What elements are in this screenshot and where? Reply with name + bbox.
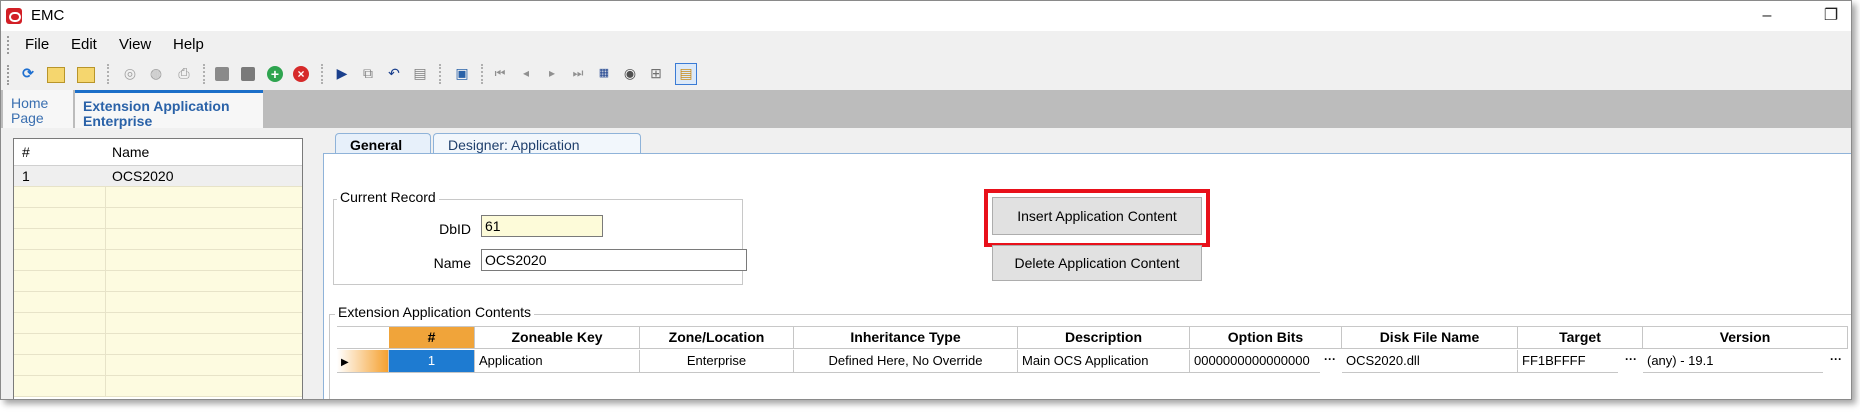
toolbar-grip[interactable] [7, 65, 12, 85]
cell-zoneable-key[interactable]: Application [475, 350, 640, 373]
emc-window: EMC – ❐ File Edit View Help ⟳ ◎ ◍ ⎙ + × … [0, 0, 1852, 400]
cell-inheritance-type[interactable]: Defined Here, No Override [794, 350, 1018, 373]
toolbar-separator [439, 64, 442, 84]
menu-grip[interactable] [7, 36, 12, 54]
column-header-description[interactable]: Description [1018, 327, 1190, 349]
column-header-inheritance-type[interactable]: Inheritance Type [794, 327, 1018, 349]
tab-designer-application[interactable]: Designer: Application [433, 133, 641, 155]
list-item-empty [14, 334, 302, 355]
add-record-icon[interactable]: + [267, 66, 283, 82]
list-item-empty [14, 187, 302, 208]
record-list-header: # Name [14, 139, 302, 166]
list-item-empty [14, 229, 302, 250]
name-label: Name [433, 255, 471, 271]
print-icon[interactable]: ⎙ [175, 64, 193, 82]
window-icon[interactable]: ▣ [453, 64, 471, 82]
column-header-version[interactable]: Version [1643, 327, 1848, 349]
cell-description[interactable]: Main OCS Application [1018, 350, 1190, 373]
menu-file[interactable]: File [25, 36, 49, 53]
calendar-icon[interactable]: ▦ [595, 64, 613, 82]
toolbar: ⟳ ◎ ◍ ⎙ + × ▶ ⧉ ↶ ▤ ▣ ⏮ ◂ ▸ ⏭ ▦ ◉ ⊞ ▤ [1, 59, 1851, 89]
tab-general[interactable]: General [335, 133, 431, 155]
restore-icon[interactable]: ❐ [1811, 3, 1851, 29]
menu-help[interactable]: Help [173, 36, 204, 53]
menu-view[interactable]: View [119, 36, 151, 53]
copy-icon[interactable]: ⧉ [359, 64, 377, 82]
grid-icon[interactable]: ▤ [675, 63, 697, 85]
column-header-name[interactable]: Name [112, 144, 149, 160]
paste-icon[interactable]: ▤ [411, 64, 429, 82]
new-folder-icon[interactable] [47, 67, 65, 83]
binoculars-icon[interactable]: ◉ [621, 64, 639, 82]
list-item-empty [14, 292, 302, 313]
list-item-number: 1 [22, 168, 30, 184]
cell-zone-location[interactable]: Enterprise [640, 350, 794, 373]
comment-icon[interactable]: ◍ [147, 64, 165, 82]
dbid-label: DbID [439, 221, 471, 237]
list-item-empty [14, 250, 302, 271]
import-icon[interactable]: ⊞ [647, 64, 665, 82]
toolbar-separator [107, 64, 110, 84]
doc-tab-home[interactable]: Home Page [3, 90, 73, 128]
dbid-field[interactable]: 61 [481, 215, 603, 237]
first-record-icon[interactable]: ⏮ [491, 64, 509, 82]
column-header-number[interactable]: # [22, 144, 30, 160]
cell-number[interactable]: 1 [389, 350, 475, 373]
column-header-zone-location[interactable]: Zone/Location [640, 327, 794, 349]
row-header-corner [337, 327, 389, 349]
prev-record-icon[interactable]: ◂ [517, 64, 535, 82]
undo-icon[interactable]: ↶ [385, 64, 403, 82]
insert-application-content-button[interactable]: Insert Application Content [992, 197, 1202, 235]
list-item[interactable]: 1 OCS2020 [14, 166, 302, 187]
target-ellipsis-icon[interactable]: ··· [1620, 350, 1642, 372]
menu-bar: File Edit View Help [1, 32, 1851, 58]
window-title: EMC [31, 7, 65, 24]
last-record-icon[interactable]: ⏭ [569, 64, 587, 82]
column-header-disk-file-name[interactable]: Disk File Name [1342, 327, 1518, 349]
column-header-zoneable-key[interactable]: Zoneable Key [475, 327, 640, 349]
next-record-icon[interactable]: ▸ [543, 64, 561, 82]
list-item-empty [14, 313, 302, 334]
cell-option-bits[interactable]: 0000000000000000 [1190, 350, 1320, 373]
cell-target[interactable]: FF1BFFFF [1518, 350, 1618, 373]
row-indicator[interactable]: ▶ [337, 350, 389, 373]
oracle-logo-icon [6, 8, 22, 24]
list-item-empty [14, 271, 302, 292]
save-all-icon[interactable] [241, 67, 255, 81]
delete-application-content-button[interactable]: Delete Application Content [992, 245, 1202, 281]
current-record-label: Current Record [337, 189, 439, 205]
cell-version[interactable]: (any) - 19.1 [1643, 350, 1823, 373]
list-item-empty [14, 355, 302, 376]
row-pointer-icon: ▶ [341, 357, 349, 368]
option-bits-ellipsis-icon[interactable]: ··· [1319, 350, 1341, 372]
open-folder-icon[interactable] [77, 67, 95, 83]
current-record-group [333, 199, 743, 285]
column-header-target[interactable]: Target [1518, 327, 1643, 349]
column-header-number[interactable]: # [389, 327, 475, 349]
extension-contents-label: Extension Application Contents [335, 304, 535, 320]
record-list: # Name 1 OCS2020 [13, 138, 303, 399]
contents-grid: # Zoneable Key Zone/Location Inheritance… [337, 326, 1848, 382]
toolbar-separator [203, 64, 206, 84]
cell-disk-file-name[interactable]: OCS2020.dll [1342, 350, 1518, 373]
save-icon[interactable] [215, 67, 229, 81]
toolbar-separator [321, 64, 324, 84]
list-item-name: OCS2020 [112, 168, 174, 184]
name-field[interactable]: OCS2020 [481, 249, 747, 271]
column-header-option-bits[interactable]: Option Bits [1190, 327, 1342, 349]
document-tab-bar: Home Page Extension Application Enterpri… [1, 90, 1851, 129]
delete-record-icon[interactable]: × [293, 66, 309, 82]
list-item-empty [14, 376, 302, 397]
title-bar: EMC – ❐ [1, 1, 1851, 31]
play-icon[interactable]: ▶ [333, 64, 351, 82]
menu-edit[interactable]: Edit [71, 36, 97, 53]
minimize-icon[interactable]: – [1747, 3, 1787, 29]
doc-tab-extension-application[interactable]: Extension Application Enterprise [75, 90, 263, 129]
disabled-icon[interactable]: ◎ [121, 64, 139, 82]
refresh-icon[interactable]: ⟳ [19, 64, 37, 82]
toolbar-separator [481, 64, 484, 84]
list-item-empty [14, 208, 302, 229]
version-ellipsis-icon[interactable]: ··· [1825, 350, 1847, 372]
